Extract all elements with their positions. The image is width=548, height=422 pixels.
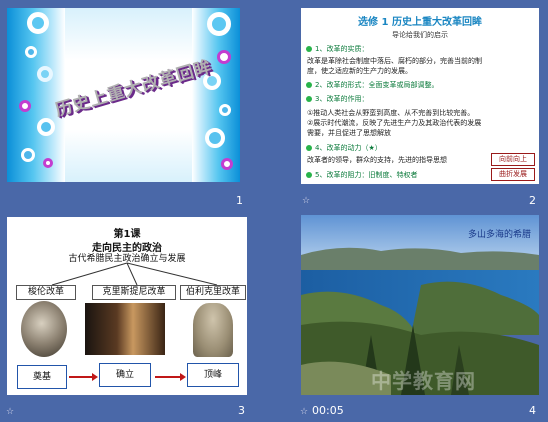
stage-establishment: 确立 [99, 363, 151, 387]
bubble-decoration [21, 148, 35, 162]
forward-box: 向前向上 [491, 153, 535, 166]
watermark: 中学教育网 [371, 369, 476, 393]
bubble-decoration [37, 118, 55, 136]
text-line: ①推动人类社会从野蛮到高度、从不完善到比较完善。 [307, 109, 475, 117]
bullet-icon [306, 145, 312, 151]
solon-portrait [21, 301, 67, 357]
cleisthenes-image [85, 303, 165, 355]
bubble-decoration [219, 104, 231, 116]
slide-3-number: 3 [238, 404, 245, 417]
text-line: 改革是革除社会制度中落后、腐朽的部分，完善当前的制 [307, 57, 482, 65]
bullet-icon [306, 96, 312, 102]
slide-4-thumbnail[interactable]: 多山多海的希腊 中学教育网 [301, 215, 539, 395]
stage-peak: 顶峰 [187, 363, 239, 387]
bullet-icon [306, 82, 312, 88]
slide-2-subtitle: 导论给我们的启示 [392, 31, 448, 39]
bubble-decoration [37, 66, 53, 82]
slide-4-number: 4 [529, 404, 536, 417]
bubble-decoration [221, 158, 233, 170]
text-line: 3、改革的作用： [306, 94, 368, 104]
text-line: 2、改革的形式：全面变革或局部调整。 [306, 80, 438, 90]
bubble-decoration [217, 50, 231, 64]
text-line: 需要，并且促进了思想解放 [307, 129, 391, 137]
text-line: 5、改革的阻力：旧制度、特权者 [306, 170, 417, 180]
pericles-bust [193, 303, 233, 357]
bullet-icon [306, 46, 312, 52]
bullet-icon [306, 172, 312, 178]
slide-1-thumbnail[interactable]: 历史上重大改革回眸 [7, 8, 240, 182]
slide-4-time: 00:05 [312, 404, 344, 417]
star-icon: ☆ [302, 196, 311, 206]
text-line: ②展示时代潮流，反映了先进生产力及其政治代表的发展 [307, 119, 482, 127]
arrow-icon [155, 373, 186, 381]
reformer-pericles: 伯利克里改革 [180, 285, 246, 300]
bubble-decoration [27, 12, 49, 34]
slide-4-caption: 多山多海的希腊 [467, 230, 531, 240]
slide-2-title: 选修 1 历史上重大改革回眸 [358, 17, 482, 28]
slide-2-number: 2 [529, 194, 536, 207]
stage-foundation: 奠基 [17, 365, 67, 389]
slide-3-thumbnail[interactable]: 第1课 走向民主的政治 古代希腊民主政治确立与发展 梭伦改革 克里斯提尼改革 伯… [7, 217, 247, 395]
bubble-decoration [207, 12, 231, 36]
text-line: 改革者的领导，群众的支持，先进的指导思想 [307, 156, 447, 164]
bubble-decoration [205, 128, 225, 148]
reformer-cleisthenes: 克里斯提尼改革 [92, 285, 176, 300]
arrow-icon [69, 373, 98, 381]
winding-box: 曲折发展 [491, 168, 535, 181]
bubble-decoration [43, 158, 53, 168]
text-line: 1、改革的实质： [306, 44, 368, 54]
star-icon: ☆ [6, 407, 15, 417]
bubble-decoration [25, 46, 37, 58]
text-line: 4、改革的动力（★） [306, 143, 382, 153]
reformer-solon: 梭伦改革 [16, 285, 76, 300]
star-icon: ☆ [300, 407, 309, 417]
text-line: 度，使之适应新的生产力的发展。 [307, 67, 412, 75]
slide-1-number: 1 [236, 194, 243, 207]
slide-2-thumbnail[interactable]: 选修 1 历史上重大改革回眸 导论给我们的启示 1、改革的实质： 改革是革除社会… [301, 8, 539, 184]
bubble-decoration [19, 100, 31, 112]
